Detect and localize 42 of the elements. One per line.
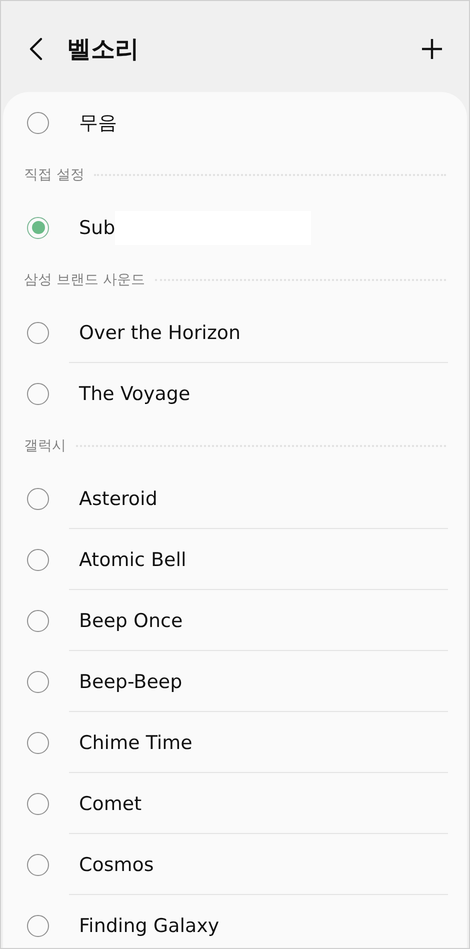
add-icon[interactable] (421, 38, 443, 60)
ringtone-item[interactable]: 무음 (3, 92, 467, 153)
page-title: 벨소리 (67, 34, 140, 64)
ringtone-item[interactable]: Cosmos (3, 834, 467, 895)
radio-button[interactable] (27, 548, 49, 570)
radio-button[interactable] (27, 322, 49, 344)
ringtone-name: Beep Once (79, 610, 183, 632)
section-header: 갤럭시 (24, 437, 66, 455)
section-header: 직접 설정 (24, 166, 84, 184)
ringtone-item[interactable]: Comet (3, 773, 467, 834)
section-header: 삼성 브랜드 사운드 (24, 271, 145, 289)
radio-button[interactable] (27, 112, 49, 134)
ringtone-name: 무음 (79, 110, 117, 136)
ringtone-name: Cosmos (79, 854, 154, 876)
back-icon[interactable] (29, 36, 43, 60)
ringtone-item[interactable]: Asteroid (3, 468, 467, 529)
ringtone-name: Finding Galaxy (79, 914, 220, 936)
ringtone-item[interactable]: The Voyage (3, 363, 467, 424)
radio-button[interactable] (27, 854, 49, 876)
radio-button[interactable] (27, 792, 49, 814)
ringtone-name: Comet (79, 792, 142, 814)
ringtone-name: Sub (79, 216, 116, 238)
radio-button[interactable] (27, 216, 49, 238)
ringtone-item[interactable]: Beep Once (3, 590, 467, 651)
radio-button[interactable] (27, 732, 49, 754)
radio-button[interactable] (27, 610, 49, 632)
ringtone-item[interactable]: Finding Galaxy (3, 895, 467, 948)
radio-button[interactable] (27, 488, 49, 510)
ringtone-item[interactable]: Sub (3, 197, 467, 258)
ringtone-name: Atomic Bell (79, 548, 186, 570)
radio-button[interactable] (27, 914, 49, 936)
ringtone-name: Chime Time (79, 732, 192, 754)
ringtone-item[interactable]: Over the Horizon (3, 302, 467, 363)
ringtone-name: The Voyage (79, 382, 190, 404)
ringtone-name: Beep-Beep (79, 670, 182, 692)
ringtone-item[interactable]: Chime Time (3, 712, 467, 773)
radio-button[interactable] (27, 382, 49, 404)
radio-button[interactable] (27, 670, 49, 692)
ringtone-item[interactable]: Beep-Beep (3, 651, 467, 712)
ringtone-item[interactable]: Atomic Bell (3, 529, 467, 590)
ringtone-name: Asteroid (79, 488, 158, 510)
ringtone-name: Over the Horizon (79, 322, 241, 344)
